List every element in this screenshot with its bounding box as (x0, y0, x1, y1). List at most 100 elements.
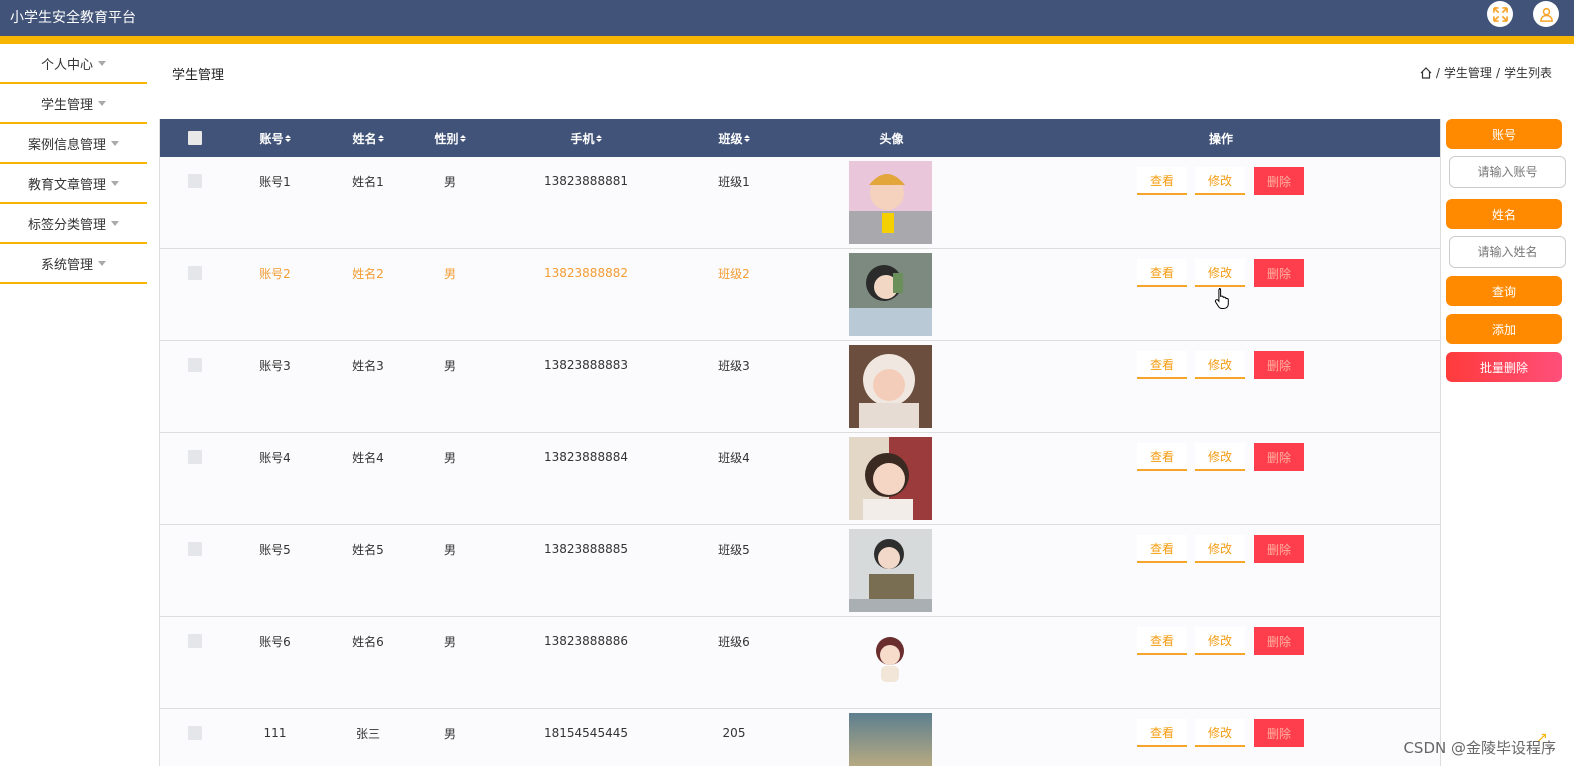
select-all-checkbox[interactable] (186, 119, 204, 157)
row-checkbox[interactable] (186, 173, 204, 189)
header-name[interactable]: 姓名 (331, 119, 405, 157)
sidebar-item-label: 学生管理 (40, 97, 93, 113)
table-row: 111 张三 男 18154545445 205 查看 修改 删除 (160, 709, 1440, 766)
cell-phone: 18154545445 (544, 726, 628, 740)
home-icon[interactable] (1420, 66, 1432, 79)
row-checkbox[interactable] (186, 449, 204, 465)
breadcrumb-item-student-list: 学生列表 (1503, 66, 1552, 80)
delete-button[interactable]: 删除 (1254, 627, 1304, 655)
delete-button[interactable]: 删除 (1254, 719, 1304, 747)
delete-button[interactable]: 删除 (1254, 259, 1304, 287)
breadcrumb: / 学生管理 / 学生列表 (1420, 64, 1552, 81)
row-checkbox[interactable] (186, 541, 204, 557)
sidebar-item-case-management[interactable]: 案例信息管理 (0, 124, 147, 164)
view-button[interactable]: 查看 (1137, 719, 1187, 747)
sidebar-item-label: 案例信息管理 (27, 137, 106, 153)
header-actions: 操作 (1208, 131, 1233, 146)
sidebar-item-student-management[interactable]: 学生管理 (0, 84, 147, 124)
row-checkbox[interactable] (186, 357, 204, 373)
cell-phone: 13823888883 (544, 358, 628, 372)
view-button[interactable]: 查看 (1137, 259, 1187, 287)
caret-down-icon (111, 220, 119, 226)
sidebar-item-article-management[interactable]: 教育文章管理 (0, 164, 147, 204)
edit-button[interactable]: 修改 (1195, 535, 1245, 563)
cell-name: 姓名1 (352, 174, 384, 189)
breadcrumb-separator: / (1435, 65, 1440, 80)
table-row: 账号2 姓名2 男 13823888882 班级2 查看 修改 删除 (160, 249, 1440, 341)
cell-gender: 男 (443, 634, 456, 649)
cell-account: 账号3 (259, 358, 291, 373)
breadcrumb-item-student-management[interactable]: 学生管理 (1444, 64, 1492, 81)
name-search-input[interactable] (1449, 236, 1566, 268)
edit-button[interactable]: 修改 (1195, 167, 1245, 195)
sidebar-item-label: 系统管理 (40, 257, 93, 273)
sidebar-item-label: 个人中心 (40, 57, 93, 73)
header-gender[interactable]: 性别 (413, 119, 487, 157)
batch-delete-button[interactable]: 批量删除 (1446, 352, 1562, 382)
name-label-button: 姓名 (1446, 199, 1562, 229)
delete-button[interactable]: 删除 (1254, 443, 1304, 471)
account-label-button: 账号 (1446, 119, 1562, 149)
caret-down-icon (111, 180, 119, 186)
sidebar-item-label: 教育文章管理 (27, 177, 106, 193)
sidebar: 个人中心 学生管理 案例信息管理 教育文章管理 标签分类管理 系统管理 (0, 44, 147, 284)
view-button[interactable]: 查看 (1137, 535, 1187, 563)
cell-phone: 13823888886 (544, 634, 628, 648)
caret-down-icon (98, 260, 106, 266)
student-table: 账号 姓名 性别 手机 班级 头像 操作 账号1 姓名1 男 13823888881 班… (159, 119, 1441, 766)
sort-icon (459, 134, 466, 142)
cell-class: 班级4 (718, 450, 750, 465)
sort-icon (595, 134, 602, 142)
sidebar-item-tag-management[interactable]: 标签分类管理 (0, 204, 147, 244)
student-avatar-image (849, 253, 932, 336)
sort-icon (377, 134, 384, 142)
view-button[interactable]: 查看 (1137, 351, 1187, 379)
row-checkbox[interactable] (186, 265, 204, 281)
pointer-cursor-icon (1214, 288, 1229, 309)
cell-phone: 13823888881 (544, 174, 628, 188)
cell-class: 班级6 (718, 634, 750, 649)
cell-gender: 男 (443, 174, 456, 189)
caret-down-icon (98, 100, 106, 106)
edit-button[interactable]: 修改 (1195, 259, 1245, 287)
add-button[interactable]: 添加 (1446, 314, 1562, 344)
sort-icon (743, 134, 750, 142)
edit-button[interactable]: 修改 (1195, 627, 1245, 655)
edit-button[interactable]: 修改 (1195, 443, 1245, 471)
student-avatar-image (849, 713, 932, 766)
caret-down-icon (98, 60, 106, 66)
cell-class: 班级3 (718, 358, 750, 373)
edit-button[interactable]: 修改 (1195, 351, 1245, 379)
cell-phone: 13823888882 (544, 266, 628, 280)
table-row: 账号6 姓名6 男 13823888886 班级6 查看 修改 删除 (160, 617, 1440, 709)
header-phone[interactable]: 手机 (536, 119, 636, 157)
page-title: 学生管理 (172, 68, 225, 83)
cell-gender: 男 (443, 726, 456, 741)
header-account[interactable]: 账号 (238, 119, 312, 157)
student-avatar-image (849, 529, 932, 612)
cell-class: 班级2 (718, 266, 750, 281)
query-button[interactable]: 查询 (1446, 276, 1562, 306)
view-button[interactable]: 查看 (1137, 167, 1187, 195)
cell-gender: 男 (443, 266, 456, 281)
view-button[interactable]: 查看 (1137, 627, 1187, 655)
cell-account: 账号6 (259, 634, 291, 649)
cell-name: 姓名4 (352, 450, 384, 465)
fullscreen-icon[interactable] (1487, 1, 1513, 27)
row-checkbox[interactable] (186, 633, 204, 649)
view-button[interactable]: 查看 (1137, 443, 1187, 471)
delete-button[interactable]: 删除 (1254, 167, 1304, 195)
sidebar-item-system-management[interactable]: 系统管理 (0, 244, 147, 284)
row-checkbox[interactable] (186, 725, 204, 741)
account-search-input[interactable] (1449, 156, 1566, 188)
edit-button[interactable]: 修改 (1195, 719, 1245, 747)
cell-class: 班级1 (718, 174, 750, 189)
cell-gender: 男 (443, 450, 456, 465)
delete-button[interactable]: 删除 (1254, 535, 1304, 563)
student-avatar-image (849, 345, 932, 428)
sort-icon (284, 134, 291, 142)
user-icon[interactable] (1533, 1, 1559, 27)
sidebar-item-personal-center[interactable]: 个人中心 (0, 44, 147, 84)
header-class[interactable]: 班级 (697, 119, 771, 157)
delete-button[interactable]: 删除 (1254, 351, 1304, 379)
